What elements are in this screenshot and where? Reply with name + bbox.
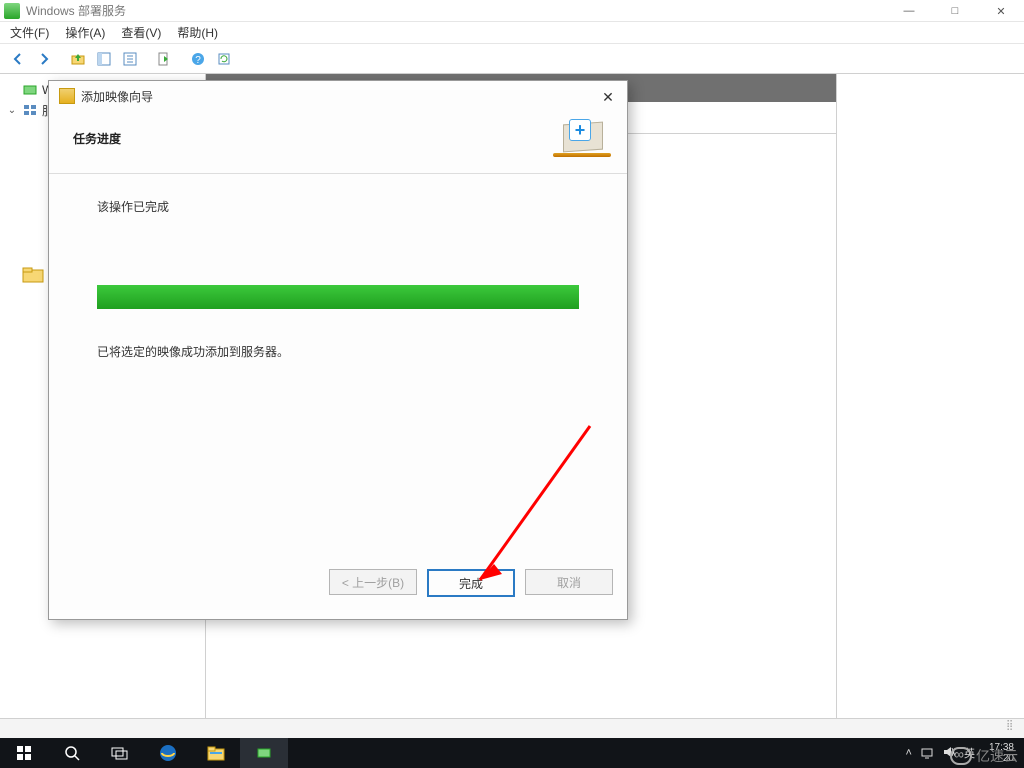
dialog-body: 该操作已完成 已将选定的映像成功添加到服务器。 <box>49 174 627 360</box>
progress-bar <box>97 285 579 309</box>
refresh-button[interactable] <box>212 47 236 71</box>
menu-file[interactable]: 文件(F) <box>10 24 49 41</box>
menu-help[interactable]: 帮助(H) <box>177 24 218 41</box>
dialog-close-button[interactable]: ✕ <box>593 85 623 109</box>
tree-folder-icon[interactable] <box>22 266 44 284</box>
watermark-text: 亿速云 <box>976 746 1018 766</box>
result-message: 已将选定的映像成功添加到服务器。 <box>97 343 579 360</box>
help-button[interactable]: ? <box>186 47 210 71</box>
resize-grip[interactable]: ⣿ <box>1006 722 1020 736</box>
task-view-button[interactable] <box>96 738 144 768</box>
menu-action[interactable]: 操作(A) <box>65 24 105 41</box>
dialog-header: 任务进度 + <box>49 111 627 174</box>
show-hide-tree-button[interactable] <box>92 47 116 71</box>
maximize-button[interactable]: □ <box>932 0 978 22</box>
dialog-titlebar[interactable]: 添加映像向导 ✕ <box>49 81 627 111</box>
titlebar: Windows 部署服务 — □ ✕ <box>0 0 1024 22</box>
back-step-button: < 上一步(B) <box>329 569 417 595</box>
svg-text:?: ? <box>195 55 201 66</box>
cancel-button: 取消 <box>525 569 613 595</box>
dialog-footer: < 上一步(B) 完成 取消 <box>49 555 627 619</box>
app-title: Windows 部署服务 <box>26 2 126 19</box>
add-image-wizard-dialog: 添加映像向导 ✕ 任务进度 + 该操作已完成 已将选定的映像成功添加到服务器。 … <box>48 80 628 620</box>
wds-taskbar-icon[interactable] <box>240 738 288 768</box>
minimize-button[interactable]: — <box>886 0 932 22</box>
up-folder-button[interactable] <box>66 47 90 71</box>
properties-button[interactable] <box>118 47 142 71</box>
forward-button[interactable] <box>32 47 56 71</box>
actions-pane <box>836 74 1024 738</box>
internet-explorer-icon[interactable] <box>144 738 192 768</box>
start-button[interactable] <box>0 738 48 768</box>
search-button[interactable] <box>48 738 96 768</box>
dialog-heading: 任务进度 <box>73 130 121 147</box>
finish-button[interactable]: 完成 <box>427 569 515 597</box>
operation-status: 该操作已完成 <box>97 198 579 215</box>
export-button[interactable] <box>152 47 176 71</box>
back-button[interactable] <box>6 47 30 71</box>
watermark-icon <box>950 747 972 765</box>
watermark: 亿速云 <box>950 746 1018 766</box>
taskbar: ˄ 英 17:38 20 <box>0 738 1024 768</box>
close-button[interactable]: ✕ <box>978 0 1024 22</box>
menu-view[interactable]: 查看(V) <box>121 24 161 41</box>
menubar: 文件(F) 操作(A) 查看(V) 帮助(H) <box>0 22 1024 44</box>
app-icon <box>4 3 20 19</box>
file-explorer-icon[interactable] <box>192 738 240 768</box>
tray-expand-icon[interactable]: ˄ <box>906 747 912 759</box>
tray-network-icon[interactable] <box>920 745 934 762</box>
wizard-image-icon: + <box>553 115 611 161</box>
dialog-title: 添加映像向导 <box>81 88 153 105</box>
statusbar: ⣿ <box>0 718 1024 738</box>
toolbar: ? <box>0 44 1024 74</box>
dialog-icon <box>59 88 75 104</box>
